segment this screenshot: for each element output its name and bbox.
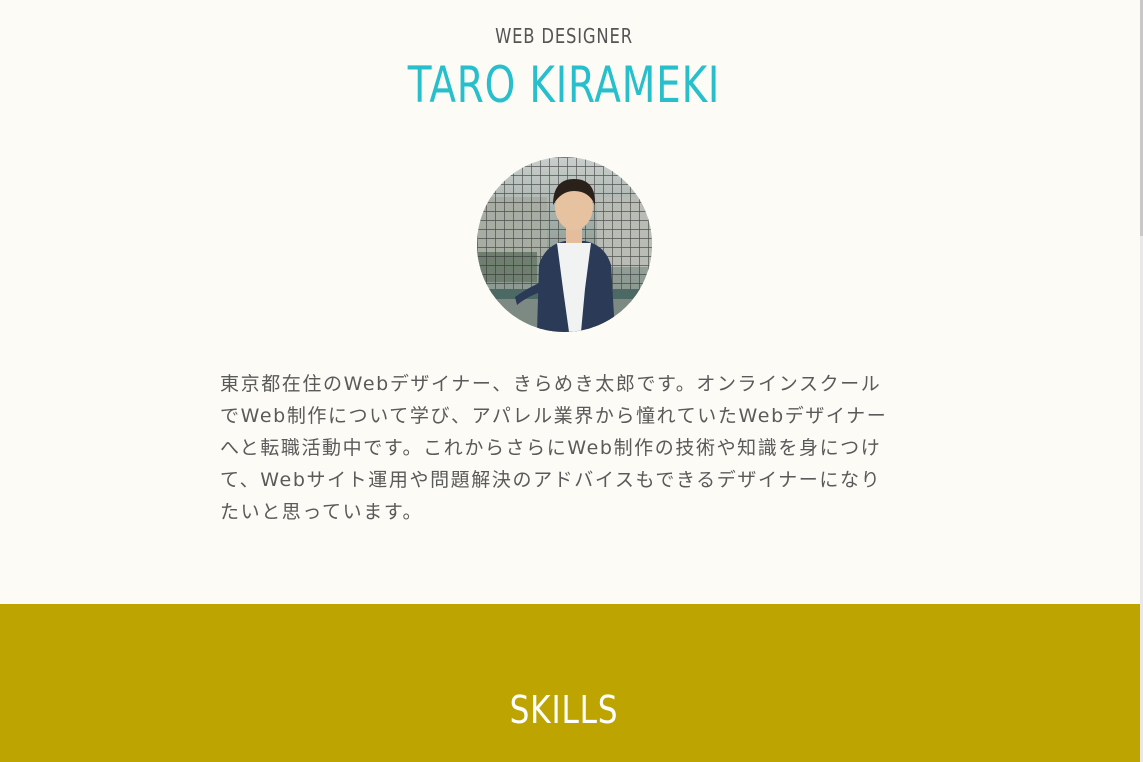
skills-section: SKILLS bbox=[0, 604, 1140, 762]
profile-photo bbox=[477, 157, 652, 332]
skills-heading: SKILLS bbox=[509, 688, 619, 732]
portfolio-page: WEB DESIGNER TARO KIRAMEKI 東京都在住のWebデザイナ… bbox=[0, 0, 1143, 762]
bio-text: 東京都在住のWebデザイナー、きらめき太郎です。オンラインスクールでWeb制作に… bbox=[220, 373, 888, 523]
job-title: WEB DESIGNER bbox=[495, 24, 633, 48]
person-name: TARO KIRAMEKI bbox=[407, 56, 721, 114]
